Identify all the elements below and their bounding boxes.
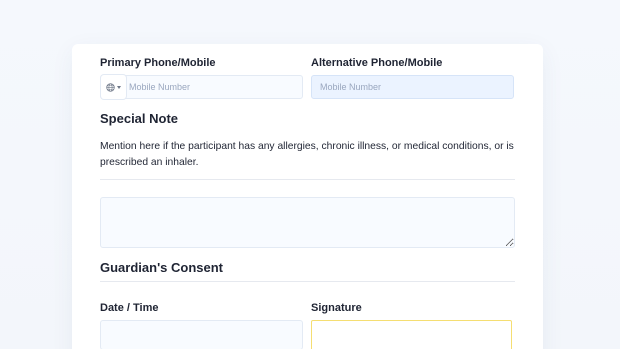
primary-phone-input[interactable] (100, 75, 303, 99)
special-note-textarea[interactable] (100, 197, 515, 248)
special-note-heading: Special Note (100, 111, 179, 126)
form-card: Primary Phone/Mobile Alternative Phone/M… (72, 44, 543, 349)
alternative-phone-input[interactable] (311, 75, 514, 99)
primary-phone-label: Primary Phone/Mobile (100, 57, 216, 69)
date-time-input[interactable] (100, 320, 303, 349)
alternative-phone-label: Alternative Phone/Mobile (311, 57, 443, 69)
guardian-consent-heading: Guardian's Consent (100, 260, 223, 275)
divider (100, 281, 515, 282)
divider (100, 179, 515, 180)
special-note-description: Mention here if the participant has any … (100, 141, 514, 168)
country-code-selector[interactable] (101, 75, 126, 99)
date-time-label: Date / Time (100, 302, 159, 314)
signature-pad[interactable] (311, 320, 512, 349)
globe-icon (106, 82, 115, 92)
page: Primary Phone/Mobile Alternative Phone/M… (0, 0, 620, 349)
signature-label: Signature (311, 302, 362, 314)
caret-down-icon (117, 85, 121, 89)
